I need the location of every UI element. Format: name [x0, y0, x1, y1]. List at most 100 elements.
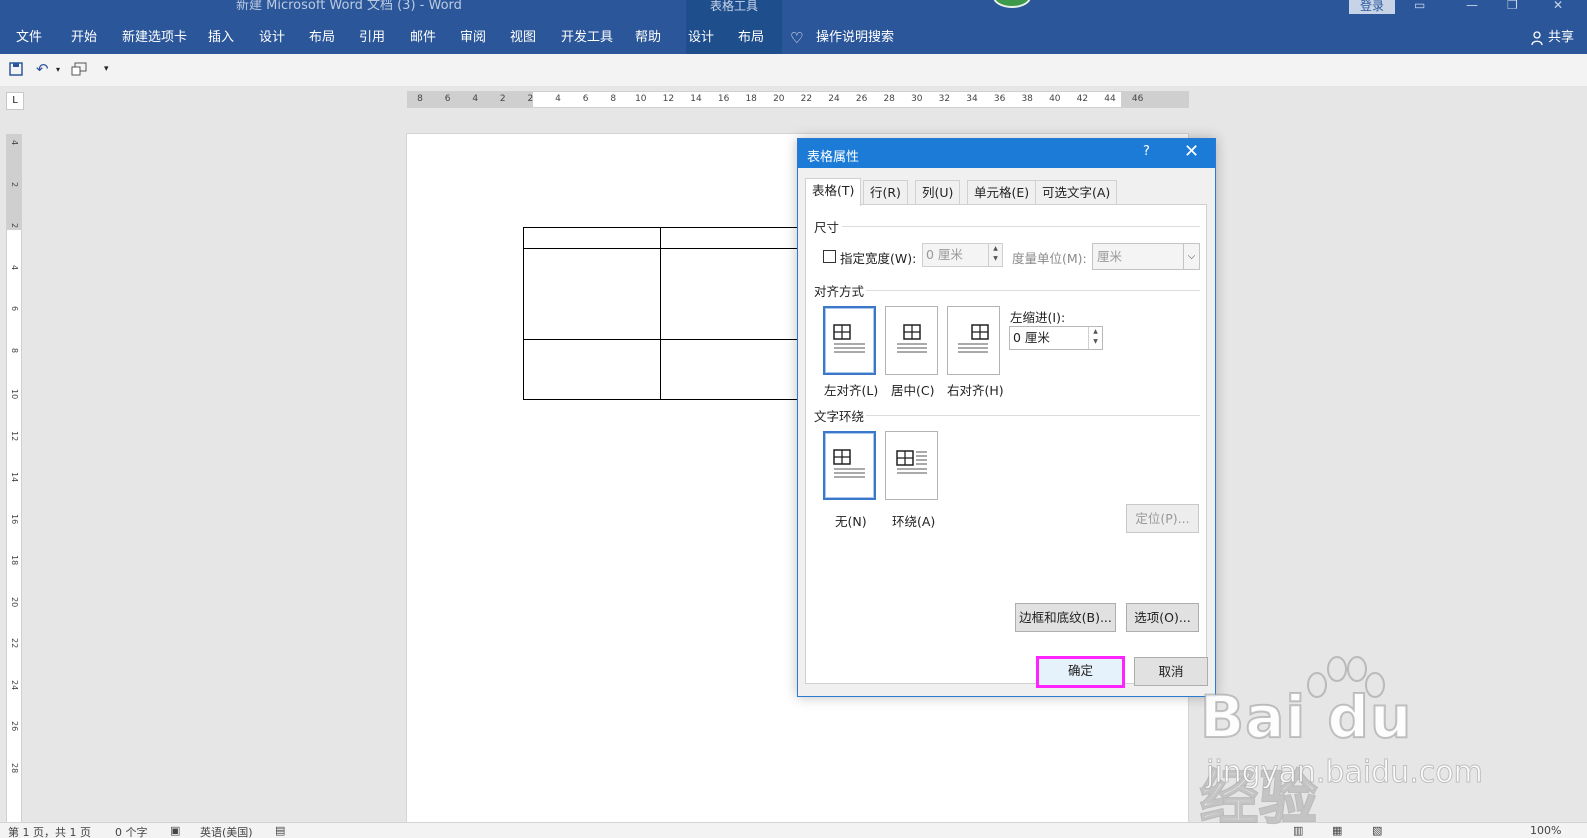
tab-file[interactable]: 文件	[16, 22, 42, 54]
ruler-tick: 12	[10, 430, 19, 441]
document-table[interactable]	[523, 227, 798, 400]
options-button[interactable]: 选项(O)...	[1126, 603, 1199, 632]
ruler-tick: 32	[938, 94, 951, 104]
wrap-around-option[interactable]	[885, 431, 938, 500]
ruler-tick: 46	[1131, 94, 1144, 104]
title-bar: 新建 Microsoft Word 文档 (3) - Word 表格工具 登录 …	[0, 0, 1587, 22]
ruler-tick: 4	[555, 94, 561, 104]
tab-row[interactable]: 行(R)	[863, 180, 908, 205]
align-right-icon	[958, 324, 989, 353]
width-spinner[interactable]: ▲ ▼	[988, 244, 1002, 266]
share-button[interactable]: 共享	[1548, 22, 1574, 54]
horizontal-ruler[interactable]: 8 6 4 2 2 4 6 8 10 12 14 16 18 20 22 24 26 28 30 32 34 36 38 40…	[407, 91, 1189, 108]
proofing-icon[interactable]: ▣	[170, 824, 180, 837]
ruler-tick: 4	[10, 264, 19, 270]
undo-icon[interactable]: ↶	[36, 60, 49, 78]
ruler-tick: 12	[662, 94, 675, 104]
tab-table-design[interactable]: 设计	[688, 22, 714, 54]
ruler-tick: 2	[499, 94, 506, 104]
quick-access-toolbar: ↶ ▾ ▾	[0, 54, 1587, 86]
ruler-tick: 6	[444, 94, 451, 104]
lightbulb-icon: ♡	[790, 29, 804, 47]
tab-developer[interactable]: 开发工具	[561, 22, 613, 54]
cancel-button[interactable]: 取消	[1134, 657, 1208, 686]
indent-input[interactable]: 0 厘米 ▲ ▼	[1009, 326, 1103, 350]
ruler-tick: 26	[10, 721, 19, 732]
ruler-tick: 20	[10, 596, 19, 607]
tab-new-tab[interactable]: 新建选项卡	[122, 22, 187, 54]
ruler-tick: 8	[10, 347, 19, 353]
ruler-tick: 10	[10, 389, 19, 400]
tab-alt-text[interactable]: 可选文字(A)	[1035, 180, 1118, 205]
table-cell[interactable]	[660, 248, 798, 340]
align-center-option[interactable]	[885, 306, 938, 375]
login-button[interactable]: 登录	[1349, 0, 1395, 14]
align-center-label: 居中(C)	[891, 383, 935, 398]
chevron-down-icon[interactable]: ⌵	[1183, 244, 1199, 269]
ruler-tick: 44	[1104, 94, 1116, 104]
vertical-ruler[interactable]: 4 2 2 4 6 8 10 12 14 16 18 20 22 24 26 28	[6, 134, 22, 828]
tab-home[interactable]: 开始	[71, 22, 97, 54]
tab-references[interactable]: 引用	[359, 22, 385, 54]
table-cell[interactable]	[523, 339, 661, 400]
unit-select[interactable]: 厘米 ⌵	[1092, 243, 1200, 270]
width-input[interactable]: 0 厘米 ▲ ▼	[922, 243, 1003, 267]
unit-value: 厘米	[1097, 249, 1123, 264]
table-properties-dialog: 表格属性 ? ✕ 表格(T) 行(R) 列(U) 单元格(E) 可选文字(A) …	[797, 138, 1216, 697]
borders-shading-button[interactable]: 边框和底纹(B)...	[1015, 603, 1116, 632]
help-icon[interactable]: ?	[1143, 144, 1150, 159]
ruler-tick: 4	[10, 140, 19, 146]
tab-insert[interactable]: 插入	[208, 22, 234, 54]
section-divider	[842, 226, 1200, 227]
close-window-icon[interactable]: ✕	[1553, 0, 1563, 11]
table-cell[interactable]	[660, 339, 798, 400]
undo-dropdown-icon[interactable]: ▾	[56, 65, 60, 74]
table-copy-icon[interactable]	[71, 62, 87, 76]
table-cell[interactable]	[523, 248, 661, 340]
customize-toolbar-icon[interactable]: ▾	[104, 64, 109, 74]
ruler-tick: 20	[773, 94, 785, 104]
zoom-level[interactable]: 100%	[1530, 824, 1561, 837]
align-center-icon	[897, 324, 927, 353]
ruler-tick: 4	[472, 94, 479, 104]
macro-icon[interactable]: ▤	[275, 824, 285, 837]
save-icon[interactable]	[9, 62, 23, 76]
ok-button[interactable]: 确定	[1036, 656, 1125, 688]
wrap-around-label: 环绕(A)	[892, 514, 936, 529]
close-icon[interactable]: ✕	[1184, 141, 1199, 162]
tab-help[interactable]: 帮助	[635, 22, 661, 54]
tab-table-layout[interactable]: 布局	[738, 22, 764, 54]
tab-design[interactable]: 设计	[259, 22, 285, 54]
tab-stop-selector[interactable]: L	[6, 92, 24, 110]
tab-layout[interactable]: 布局	[309, 22, 335, 54]
tell-me-search[interactable]: 操作说明搜索	[816, 22, 894, 54]
tab-review[interactable]: 审阅	[460, 22, 486, 54]
position-button[interactable]: 定位(P)...	[1126, 504, 1199, 533]
tab-mailings[interactable]: 邮件	[410, 22, 436, 54]
table-cell[interactable]	[523, 227, 661, 249]
align-left-option[interactable]	[823, 306, 876, 375]
table-cell[interactable]	[660, 227, 798, 249]
tab-cell[interactable]: 单元格(E)	[967, 180, 1037, 205]
dialog-title-bar: 表格属性 ? ✕	[798, 139, 1215, 168]
restore-icon[interactable]: ❐	[1507, 0, 1518, 11]
word-count[interactable]: 0 个字	[115, 824, 148, 838]
wrap-none-option[interactable]	[823, 431, 876, 500]
language-indicator[interactable]: 英语(美国)	[200, 824, 253, 838]
baidu-jingyan-watermark: Bai du 经验 jingyan.baidu.com	[1199, 655, 1490, 833]
ruler-left-margin	[407, 92, 533, 107]
tab-table[interactable]: 表格(T)	[805, 178, 862, 206]
wrap-none-icon	[833, 449, 865, 478]
indent-label: 左缩进(I):	[1010, 310, 1066, 325]
minimize-icon[interactable]: —	[1466, 0, 1478, 11]
indent-spinner[interactable]: ▲ ▼	[1088, 327, 1102, 349]
alignment-section-label: 对齐方式	[814, 284, 865, 299]
page-count[interactable]: 第 1 页，共 1 页	[8, 824, 91, 838]
ruler-tick: 16	[717, 94, 730, 104]
specify-width-checkbox[interactable]	[823, 250, 836, 263]
ruler-tick: 16	[10, 513, 19, 524]
tab-column[interactable]: 列(U)	[915, 180, 961, 205]
tab-view[interactable]: 视图	[510, 22, 536, 54]
ribbon-display-icon[interactable]: ▭	[1414, 0, 1425, 11]
align-right-option[interactable]	[947, 306, 1000, 375]
